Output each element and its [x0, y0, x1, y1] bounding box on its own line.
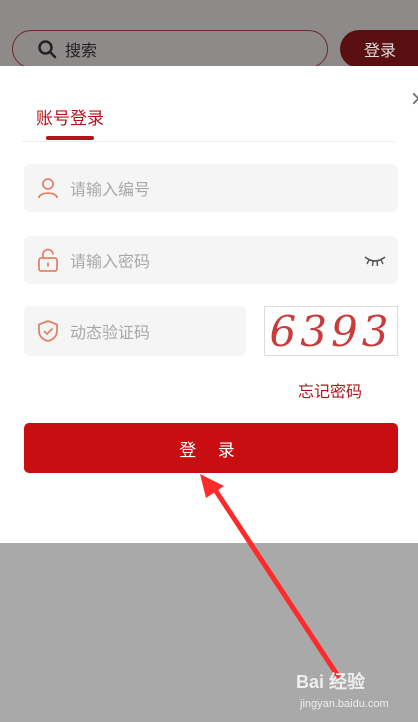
- forgot-password-link[interactable]: 忘记密码: [298, 378, 362, 402]
- password-field[interactable]: 请输入密码: [24, 236, 398, 284]
- login-button[interactable]: 登 录: [24, 423, 398, 473]
- header-login-button[interactable]: 登录: [340, 30, 418, 68]
- eye-closed-icon[interactable]: [364, 254, 386, 268]
- watermark-logo: Bai 经验 jingyan.baidu.com: [296, 668, 414, 718]
- account-field[interactable]: 请输入编号: [24, 164, 398, 212]
- lock-icon: [38, 248, 58, 272]
- app-header: 搜索 登录: [0, 0, 418, 70]
- tab-active-indicator: [46, 136, 94, 140]
- account-placeholder: 请输入编号: [70, 180, 151, 199]
- user-icon: [38, 178, 58, 199]
- close-icon[interactable]: ×: [410, 88, 418, 108]
- search-icon: [38, 40, 57, 59]
- shield-icon: [38, 320, 58, 342]
- password-placeholder: 请输入密码: [70, 252, 151, 271]
- captcha-image[interactable]: 6393: [264, 306, 398, 356]
- captcha-placeholder: 动态验证码: [70, 323, 151, 342]
- tab-account-login[interactable]: 账号登录: [36, 104, 104, 129]
- tab-divider: [22, 141, 396, 142]
- captcha-field[interactable]: 动态验证码: [24, 306, 246, 356]
- search-placeholder: 搜索: [65, 41, 98, 60]
- captcha-value: 6393: [269, 306, 393, 356]
- watermark-brand: Bai 经验: [296, 672, 366, 692]
- watermark-url: jingyan.baidu.com: [300, 698, 389, 710]
- login-modal: 账号登录 × 请输入编号 请输入密码 动态验证码 63: [0, 66, 418, 543]
- search-bar[interactable]: 搜索: [12, 30, 328, 68]
